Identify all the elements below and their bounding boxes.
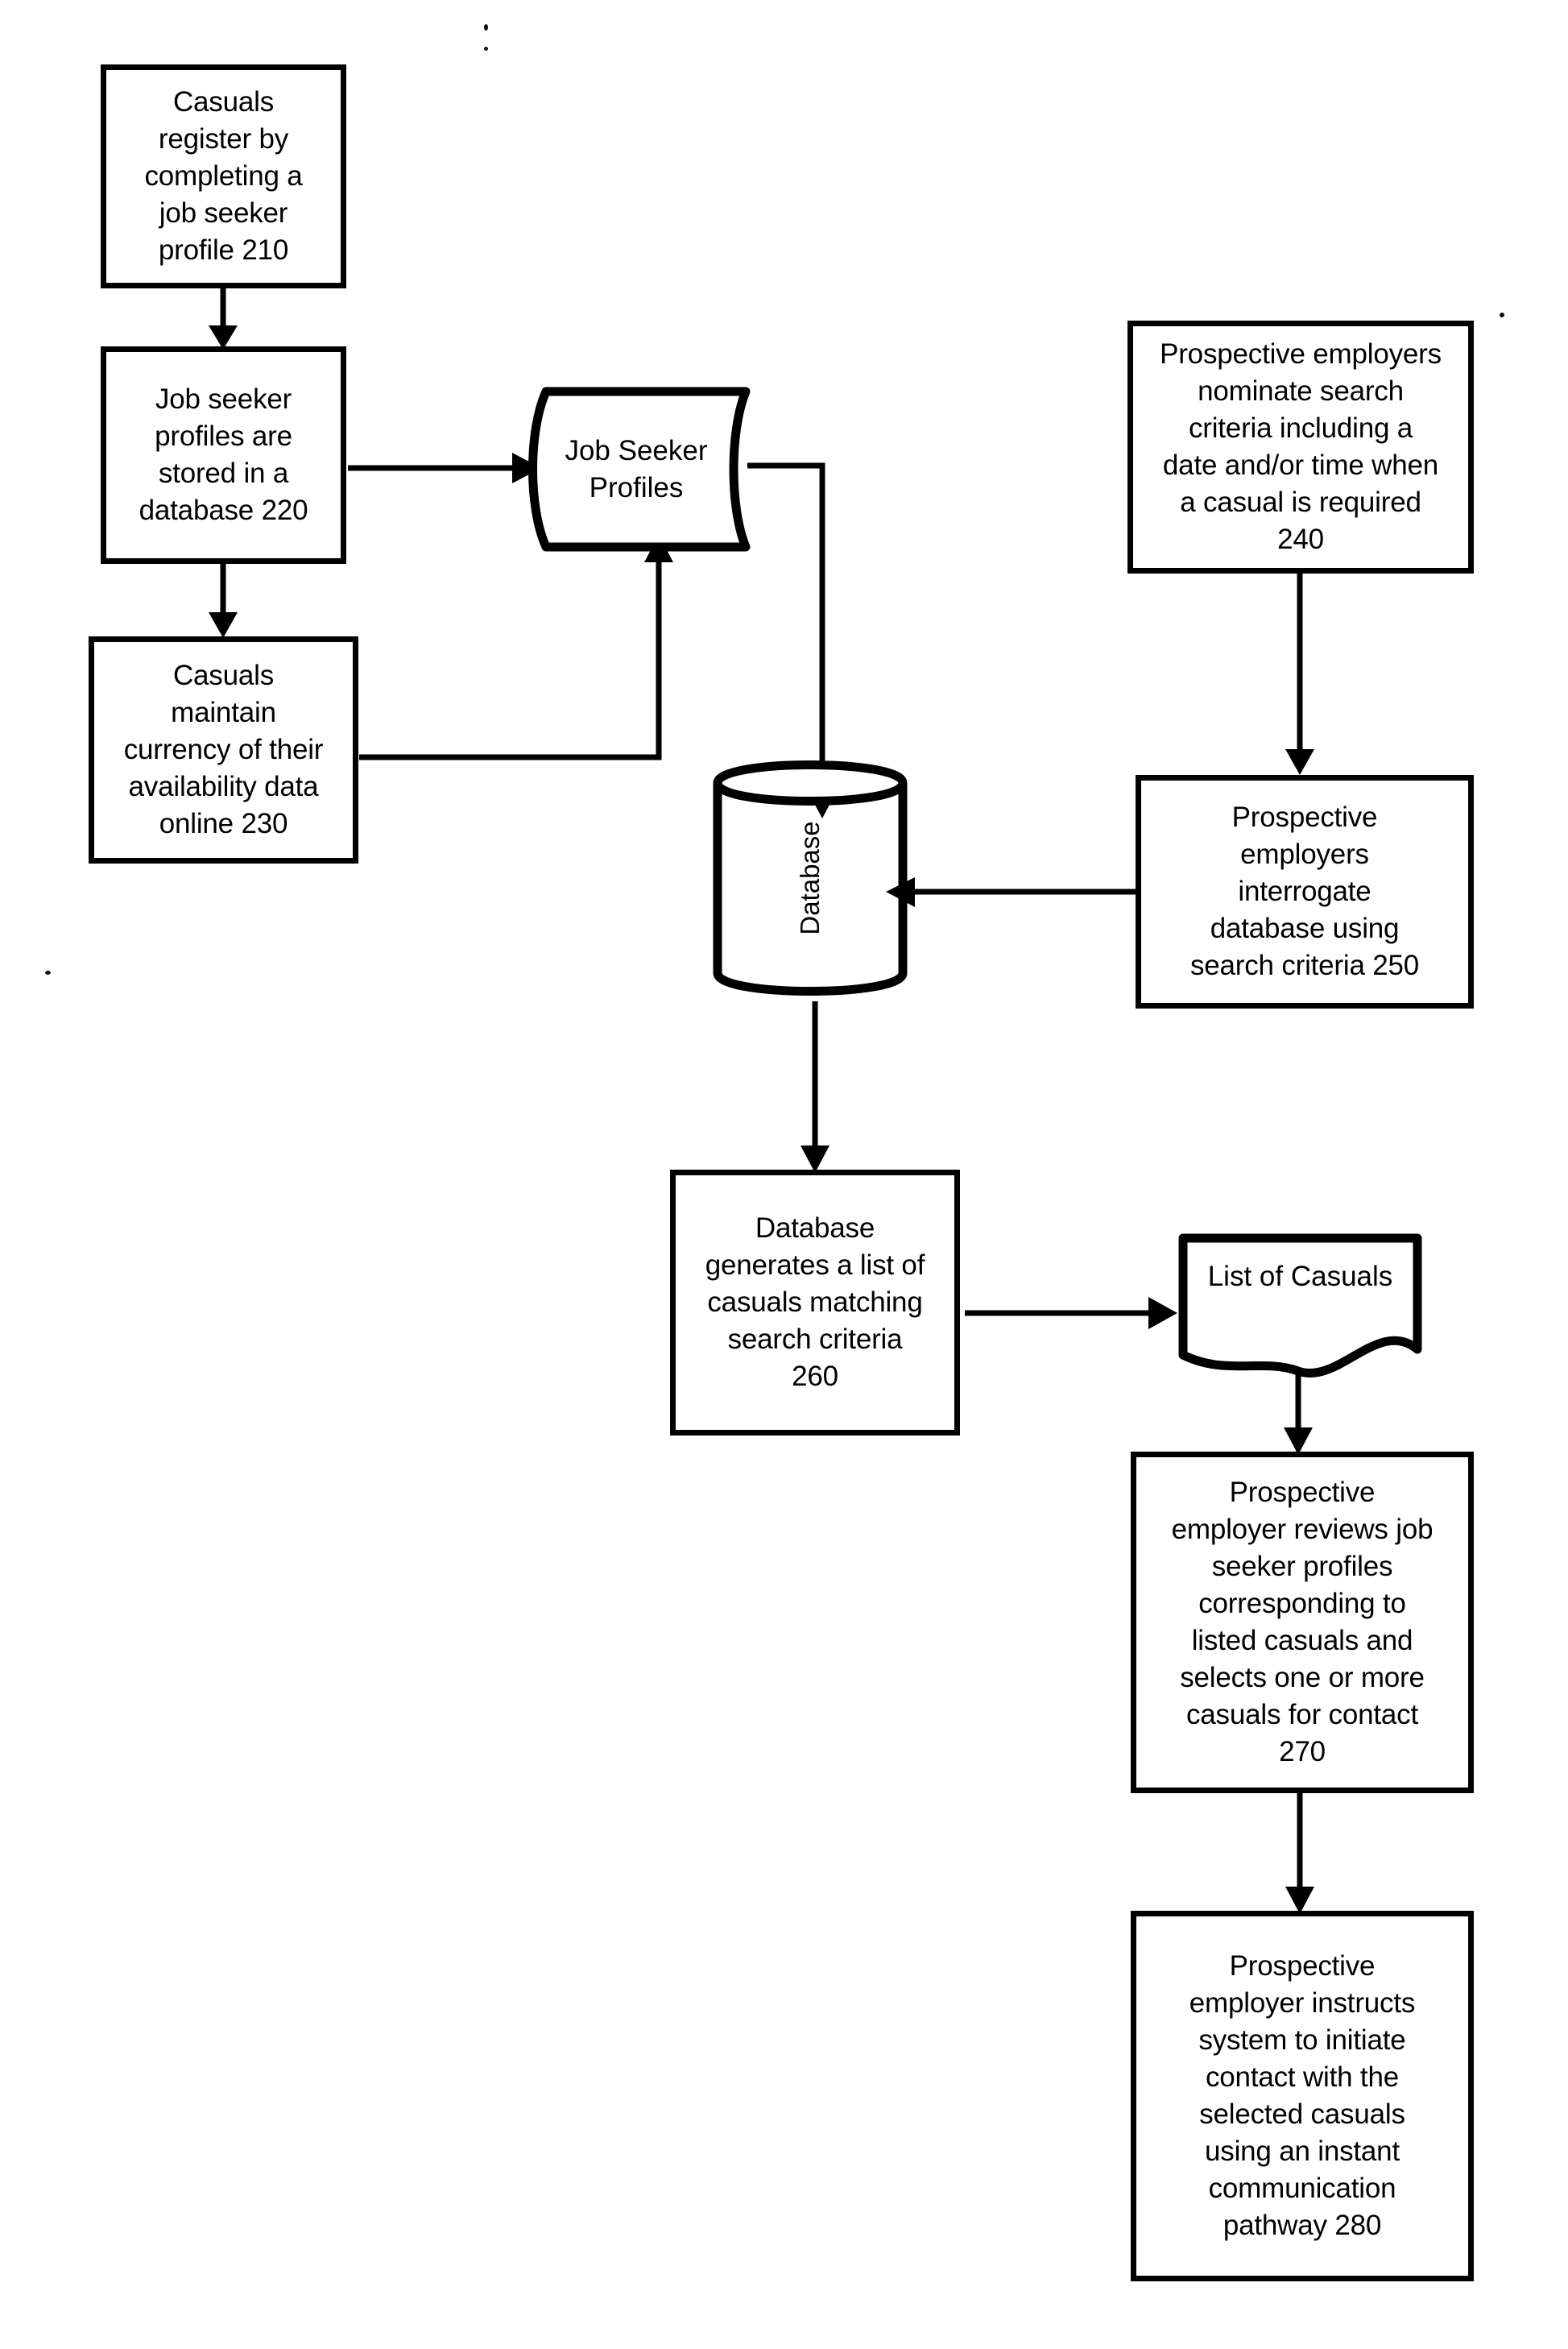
node-210-label: Casuals register by completing a job see… (144, 86, 303, 266)
node-230-label: Casuals maintain currency of their avail… (123, 660, 324, 839)
node-240-label: Prospective employers nominate search cr… (1160, 338, 1442, 555)
node-210: Casuals register by completing a job see… (101, 64, 346, 288)
edge-database-to-260 (801, 1001, 830, 1173)
node-230: Casuals maintain currency of their avail… (89, 636, 358, 864)
edge-220-to-job-seeker-profiles (348, 453, 541, 483)
scan-speck (484, 24, 488, 31)
node-270-label: Prospective employer reviews job seeker … (1171, 1477, 1434, 1767)
node-220-label: Job seeker profiles are stored in a data… (139, 383, 308, 526)
scan-speck (1500, 313, 1504, 317)
edge-230-to-job-seeker-profiles (359, 535, 673, 760)
node-database-label: Database (795, 821, 825, 935)
scan-speck (484, 47, 488, 51)
node-260-label: Database generates a list of casuals mat… (705, 1212, 925, 1392)
node-250: Prospective employers interrogate databa… (1136, 775, 1474, 1009)
node-240: Prospective employers nominate search cr… (1127, 321, 1474, 574)
node-job-seeker-profiles: Job Seeker Profiles (522, 387, 751, 552)
node-list-of-casuals-label: List of Casuals (1207, 1261, 1393, 1292)
node-list-of-casuals: List of Casuals (1177, 1232, 1423, 1378)
edge-210-to-220 (209, 288, 238, 350)
node-270: Prospective employer reviews job seeker … (1131, 1452, 1474, 1793)
edge-list-of-casuals-to-270 (1284, 1369, 1313, 1455)
node-database: Database (710, 749, 910, 1007)
scan-speck (45, 971, 51, 975)
node-250-label: Prospective employers interrogate databa… (1189, 802, 1420, 981)
node-260: Database generates a list of casuals mat… (670, 1170, 960, 1436)
node-280: Prospective employer instructs system to… (1131, 1911, 1474, 2281)
node-280-label: Prospective employer instructs system to… (1189, 1950, 1416, 2241)
edge-260-to-list-of-casuals (965, 1297, 1177, 1329)
edge-270-to-280 (1285, 1793, 1314, 1914)
flowchart-canvas: Casuals register by completing a job see… (0, 0, 1568, 2349)
node-job-seeker-profiles-label: Job Seeker Profiles (565, 434, 708, 503)
edge-240-to-250 (1285, 574, 1314, 775)
node-220: Job seeker profiles are stored in a data… (101, 346, 346, 564)
edge-220-to-230 (209, 564, 238, 638)
